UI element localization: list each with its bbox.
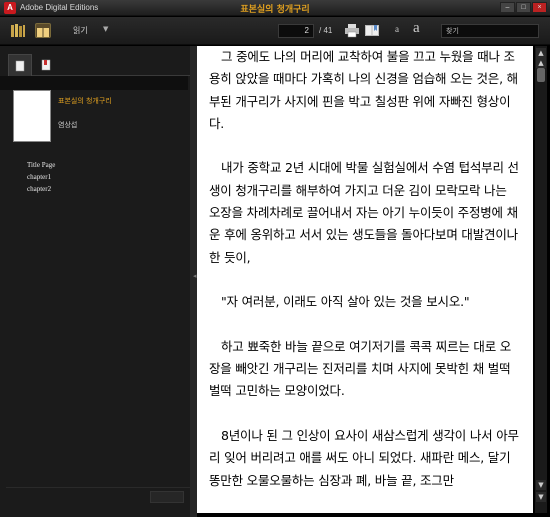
sidebar-book-title: 표본실의 청개구리 <box>58 97 112 105</box>
sidebar-footer <box>6 487 190 505</box>
collapse-arrow-icon[interactable]: ◂ <box>193 272 197 280</box>
sidebar-footer-button[interactable] <box>150 491 184 503</box>
print-icon[interactable] <box>344 23 360 38</box>
maximize-button[interactable]: □ <box>516 2 531 13</box>
table-of-contents: Title Page chapter1 chapter2 <box>27 159 55 195</box>
app-title: Adobe Digital Editions <box>20 3 99 12</box>
tab-bookmarks[interactable] <box>34 54 58 76</box>
scroll-down-icon[interactable]: ▼ <box>536 492 546 502</box>
sidebar-header-bar <box>0 76 188 90</box>
page-number-input[interactable]: 2 <box>278 24 314 38</box>
paragraph: 8년이나 된 그 인상이 요사이 새삼스럽게 생각이 나서 아무리 잊어 버리려… <box>209 428 519 488</box>
increase-font-button[interactable]: a <box>413 20 420 37</box>
page-total: / 41 <box>319 26 333 35</box>
decrease-font-button[interactable]: a <box>395 24 399 34</box>
paragraph: 하고 뾰죽한 바늘 끝으로 여기저기를 콕콕 찌르는 대로 오장을 빼앗긴 개구… <box>209 338 512 399</box>
minimize-button[interactable]: – <box>500 2 515 13</box>
window-controls: – □ × <box>500 2 547 13</box>
view-mode-label[interactable]: 읽기 <box>73 25 88 36</box>
toc-item-title-page[interactable]: Title Page <box>27 159 55 171</box>
search-input[interactable]: 찾기 <box>441 24 539 38</box>
sidebar: 표본실의 청개구리 염상섭 Title Page chapter1 chapte… <box>0 46 196 517</box>
toc-item-chapter2[interactable]: chapter2 <box>27 183 55 195</box>
library-view-icon[interactable] <box>10 23 26 38</box>
bookmark-list-icon <box>41 59 51 71</box>
scroll-up-icon[interactable]: ▲ <box>536 58 546 68</box>
vertical-scrollbar[interactable]: ▲ ▲ ▼ ▼ <box>535 46 547 513</box>
scrollbar-thumb[interactable] <box>537 68 545 82</box>
reading-view-icon[interactable] <box>35 23 51 38</box>
reading-pane: 그 중에도 나의 머리에 교착하여 불을 끄고 누웠을 때나 조용히 앉았을 때… <box>197 46 533 513</box>
panel-splitter[interactable] <box>190 46 197 517</box>
bookmark-icon[interactable] <box>364 23 380 38</box>
paragraph: 내가 중학교 2년 시대에 박물 실험실에서 수염 텁석부리 선생이 청개구리를… <box>209 160 519 265</box>
document-icon <box>15 60 25 71</box>
title-bar: A Adobe Digital Editions 표본실의 청개구리 – □ × <box>0 0 550 16</box>
scroll-down-icon[interactable]: ▼ <box>536 480 546 490</box>
toolbar: 읽기 ▼ 2 / 41 a a 찾기 <box>0 17 550 45</box>
paragraph: "자 여러분, 이래도 아직 살아 있는 것을 보시오." <box>221 294 470 310</box>
toc-item-chapter1[interactable]: chapter1 <box>27 171 55 183</box>
scroll-up-icon[interactable]: ▲ <box>536 48 546 58</box>
sidebar-tabs <box>8 54 192 76</box>
close-button[interactable]: × <box>532 2 547 13</box>
sidebar-book-author: 염상섭 <box>58 121 78 129</box>
paragraph: 그 중에도 나의 머리에 교착하여 불을 끄고 누웠을 때나 조용히 앉았을 때… <box>209 49 518 131</box>
book-cover-thumbnail <box>13 90 51 142</box>
app-logo-icon: A <box>4 1 16 14</box>
tab-contents[interactable] <box>8 54 32 76</box>
chevron-down-icon[interactable]: ▼ <box>103 25 108 33</box>
